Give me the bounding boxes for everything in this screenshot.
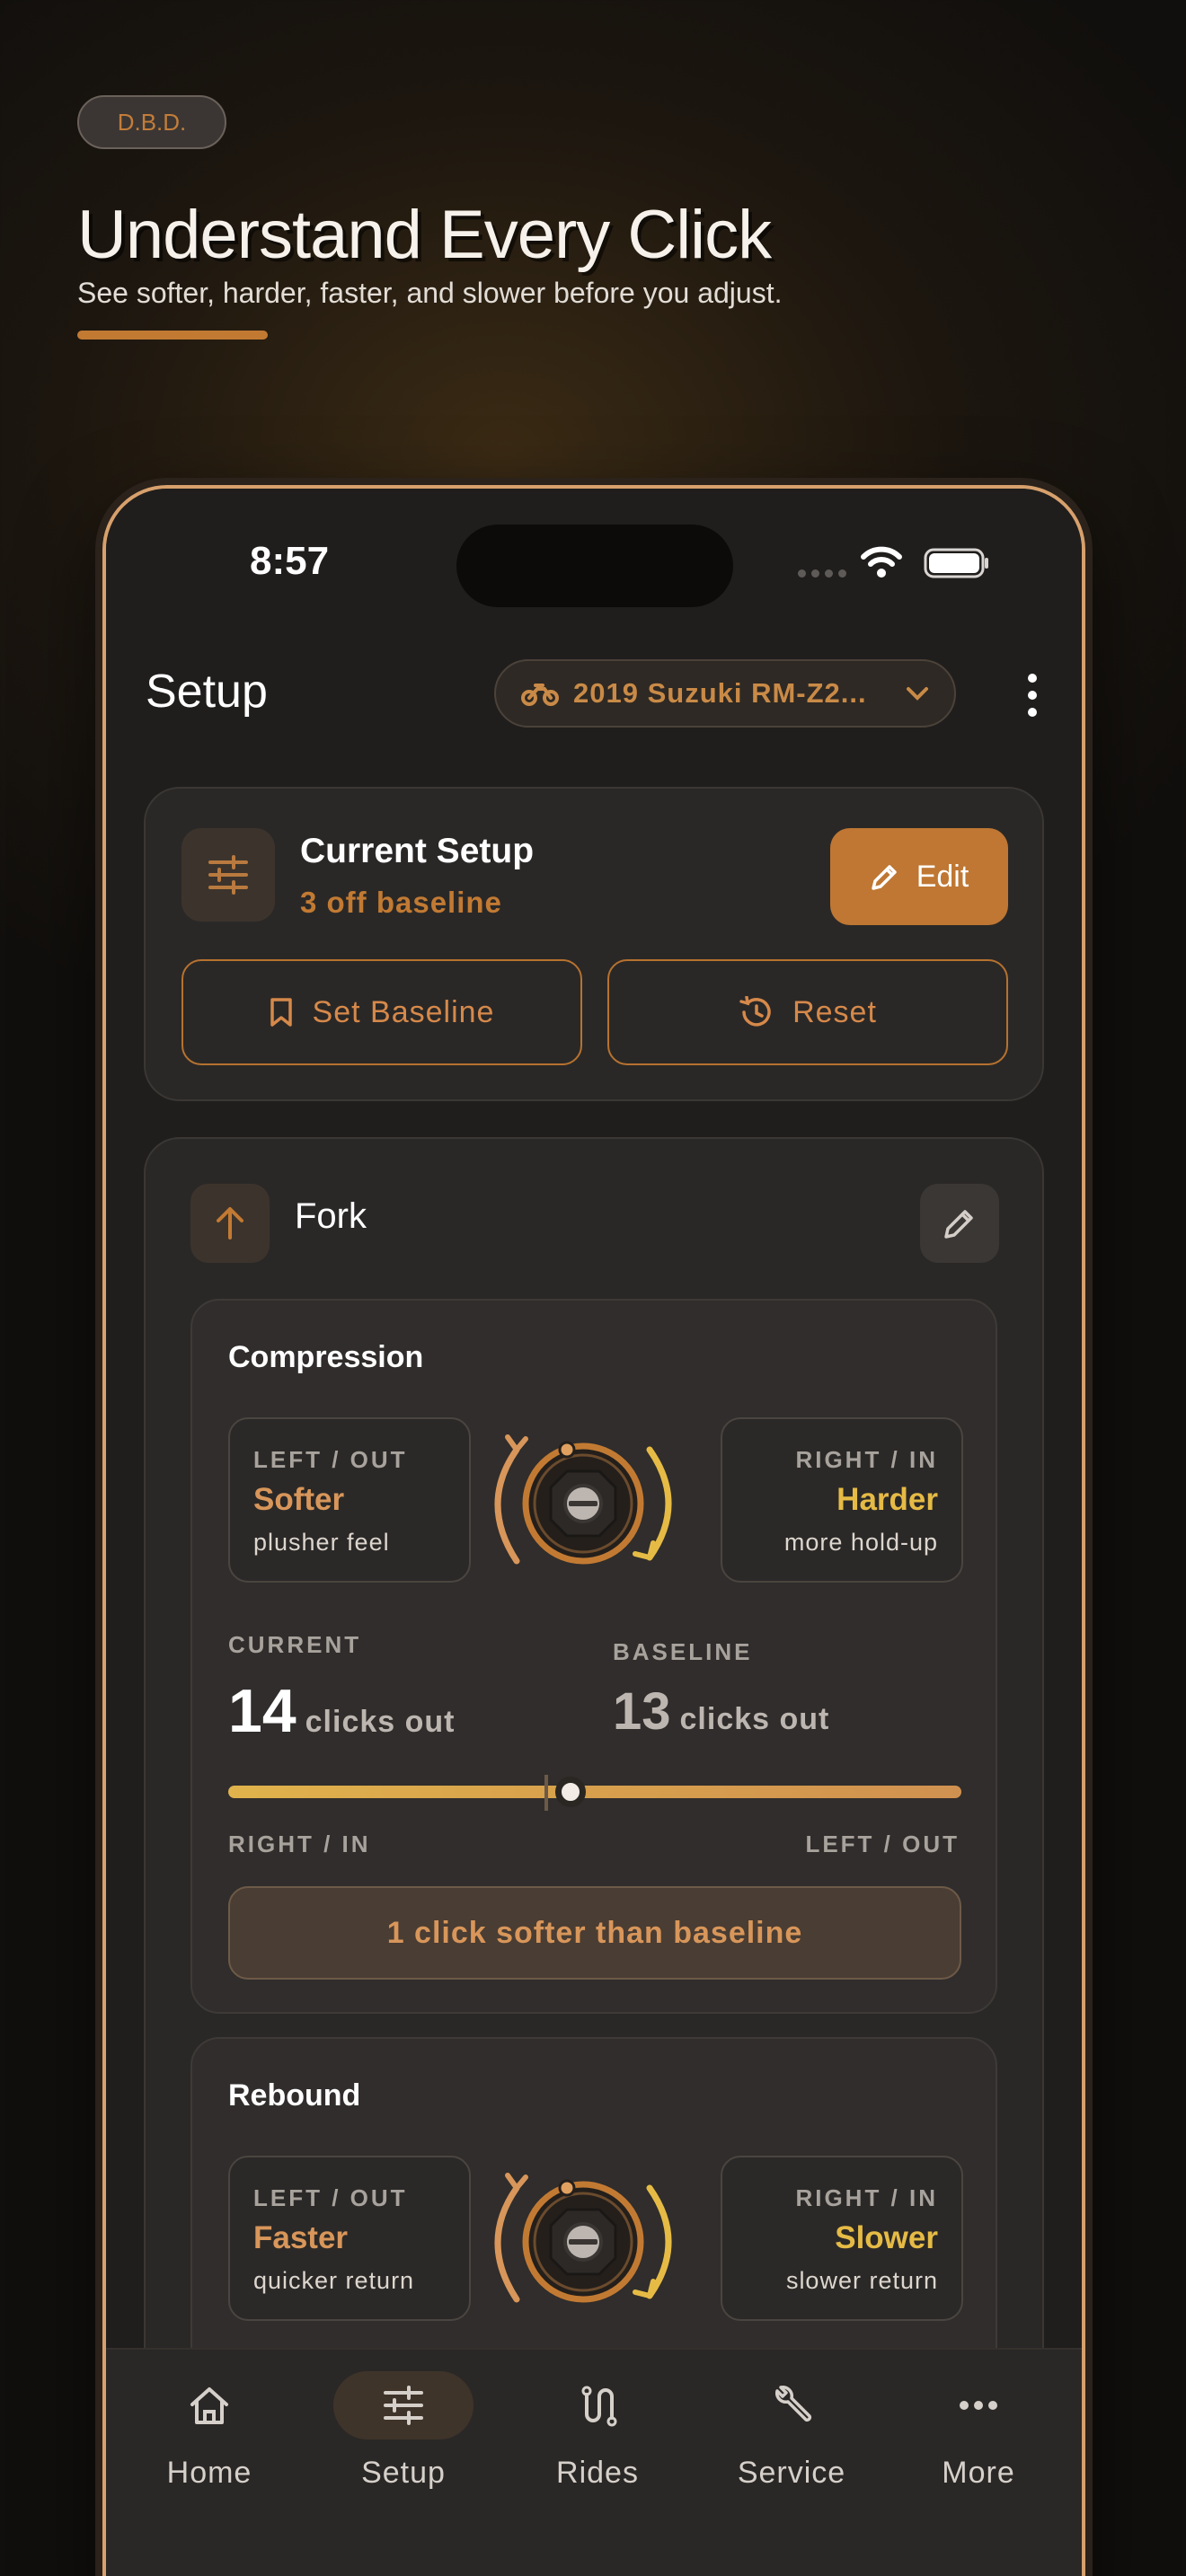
- current-label: CURRENT: [228, 1631, 362, 1658]
- tab-rides[interactable]: Rides: [512, 2371, 683, 2515]
- slider-right-label: LEFT / OUT: [805, 1831, 960, 1857]
- wifi-icon: [861, 546, 902, 578]
- direction-value: Softer: [253, 1482, 345, 1517]
- direction-value: Harder: [836, 1482, 938, 1517]
- edit-fork-button[interactable]: [920, 1184, 999, 1263]
- tab-label: Home: [166, 2456, 252, 2490]
- slider-left-label: RIGHT / IN: [228, 1831, 371, 1857]
- arrow-up-icon: [190, 1184, 270, 1263]
- edit-button-label: Edit: [916, 859, 969, 894]
- history-icon: [739, 996, 771, 1027]
- current-setup-title: Current Setup: [300, 832, 535, 870]
- baseline-label: BASELINE: [613, 1638, 753, 1665]
- tab-label: Setup: [361, 2456, 446, 2490]
- more-options-button[interactable]: [1019, 668, 1046, 722]
- dynamic-island: [456, 525, 733, 607]
- adjuster-knob-icon: [494, 2173, 672, 2303]
- pencil-icon: [944, 1210, 973, 1239]
- set-baseline-button[interactable]: Set Baseline: [181, 959, 582, 1065]
- edit-button[interactable]: Edit: [830, 828, 1008, 925]
- tab-label: Rides: [556, 2456, 639, 2490]
- wrench-icon: [775, 2386, 812, 2422]
- tab-label: More: [942, 2456, 1015, 2490]
- rebound-faster-box: LEFT / OUT Faster quicker return: [228, 2156, 471, 2321]
- clicks-slider-track[interactable]: [228, 1786, 961, 1798]
- bike-selector[interactable]: 2019 Suzuki RM-Z2...: [494, 659, 956, 728]
- baseline-offset: 3 off baseline: [300, 886, 502, 919]
- direction-value: Faster: [253, 2220, 349, 2255]
- more-icon: [960, 2401, 997, 2410]
- tab-setup[interactable]: Setup: [318, 2371, 489, 2515]
- rebound-title: Rebound: [228, 2078, 361, 2113]
- rebound-slower-box: RIGHT / IN Slower slower return: [721, 2156, 963, 2321]
- app-screen: 8:57 Setup 2019 Suzuki RM-Z2... Current …: [106, 489, 1082, 2576]
- phone-frame: 8:57 Setup 2019 Suzuki RM-Z2... Current …: [102, 485, 1085, 2576]
- direction-label: LEFT / OUT: [253, 2184, 408, 2211]
- clicks-slider-thumb[interactable]: [555, 1777, 586, 1807]
- brand-badge: D.B.D.: [77, 95, 226, 149]
- tab-home[interactable]: Home: [124, 2371, 295, 2515]
- reset-button[interactable]: Reset: [607, 959, 1008, 1065]
- adjuster-knob-icon: [494, 1434, 672, 1565]
- fork-title: Fork: [295, 1196, 367, 1236]
- motorcycle-icon: [521, 684, 559, 706]
- direction-label: LEFT / OUT: [253, 1446, 408, 1473]
- tab-service[interactable]: Service: [706, 2371, 877, 2515]
- bottom-tab-bar: Home Setup Rides Service More: [106, 2348, 1082, 2576]
- signal-icon: [798, 569, 846, 578]
- baseline-clicks-value: 13: [613, 1682, 671, 1741]
- sliders-icon: [384, 2386, 423, 2425]
- battery-icon: [924, 548, 988, 578]
- compression-title: Compression: [228, 1340, 424, 1374]
- hero-underline: [77, 331, 268, 340]
- sliders-icon: [181, 828, 275, 922]
- compression-softer-box: LEFT / OUT Softer plusher feel: [228, 1417, 471, 1583]
- direction-note: plusher feel: [253, 1529, 390, 1556]
- hero-subtitle: See softer, harder, faster, and slower b…: [77, 277, 783, 309]
- current-clicks: 14 clicks out: [228, 1676, 455, 1746]
- baseline-marker: [544, 1775, 548, 1811]
- current-clicks-unit: clicks out: [305, 1705, 456, 1739]
- reset-label: Reset: [792, 994, 877, 1029]
- direction-note: slower return: [785, 2267, 938, 2294]
- page-title: Setup: [146, 666, 268, 718]
- hero-title: Understand Every Click: [77, 197, 772, 273]
- current-clicks-value: 14: [228, 1677, 296, 1745]
- route-icon: [581, 2386, 617, 2427]
- home-icon: [190, 2387, 228, 2424]
- compression-panel: Compression LEFT / OUT Softer plusher fe…: [190, 1299, 997, 2014]
- direction-label: RIGHT / IN: [795, 2184, 938, 2211]
- baseline-clicks-unit: clicks out: [679, 1702, 830, 1736]
- status-time: 8:57: [250, 539, 330, 583]
- bike-selector-label: 2019 Suzuki RM-Z2...: [573, 677, 867, 709]
- direction-label: RIGHT / IN: [795, 1446, 938, 1473]
- baseline-clicks: 13 clicks out: [613, 1681, 829, 1742]
- tab-label: Service: [737, 2456, 846, 2490]
- chevron-down-icon: [907, 687, 928, 701]
- bookmark-icon: [270, 998, 292, 1027]
- current-setup-card: Current Setup 3 off baseline Edit Set Ba…: [144, 787, 1044, 1101]
- tab-more[interactable]: More: [893, 2371, 1064, 2515]
- direction-note: more hold-up: [783, 1529, 938, 1556]
- direction-value: Slower: [835, 2220, 938, 2255]
- pencil-icon: [871, 865, 897, 890]
- compression-harder-box: RIGHT / IN Harder more hold-up: [721, 1417, 963, 1583]
- set-baseline-label: Set Baseline: [312, 994, 495, 1029]
- baseline-delta-badge: 1 click softer than baseline: [228, 1886, 961, 1980]
- direction-note: quicker return: [253, 2267, 415, 2294]
